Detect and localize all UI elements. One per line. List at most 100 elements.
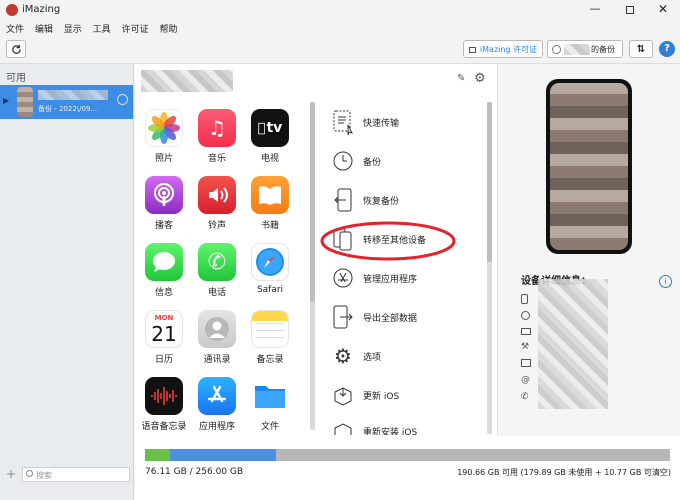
license-button[interactable]: iMazing 许可证: [463, 40, 543, 58]
app-safari[interactable]: Safari: [246, 243, 294, 295]
close-button[interactable]: ✕: [648, 2, 678, 18]
action-label: 快速传输: [363, 118, 400, 129]
device-image: [546, 79, 632, 254]
apps-scrollbar-thumb[interactable]: [310, 102, 315, 302]
action-label: 恢复备份: [363, 196, 400, 207]
device-thumbnail: [17, 87, 33, 117]
app-label: 备忘录: [256, 355, 284, 365]
app-contacts[interactable]: 通讯录: [193, 310, 241, 365]
action-label: 更新 iOS: [363, 391, 400, 402]
app-music[interactable]: ♫ 音乐: [193, 109, 241, 164]
menu-help[interactable]: 帮助: [159, 22, 177, 35]
app-voice-memos[interactable]: 语音备忘录: [140, 377, 188, 432]
action-export-data[interactable]: 导出全部数据: [331, 302, 417, 332]
action-manage-apps[interactable]: 管理应用程序: [331, 263, 417, 293]
add-device-button[interactable]: +: [6, 467, 16, 481]
app-files[interactable]: 文件: [246, 377, 294, 432]
action-label: 导出全部数据: [363, 313, 418, 324]
edit-name-icon[interactable]: ✎: [457, 73, 465, 84]
backup-button[interactable]: 的备份: [547, 40, 623, 58]
search-box[interactable]: 搜索: [22, 467, 130, 482]
books-icon: [251, 176, 289, 214]
app-label: 照片: [154, 154, 173, 164]
restore-backup-icon: [331, 188, 355, 212]
ringtones-icon: [198, 176, 236, 214]
settings-gear-icon[interactable]: ⚙: [474, 71, 486, 86]
help-button[interactable]: ?: [659, 41, 675, 57]
layers-icon: [521, 327, 531, 335]
action-update-ios[interactable]: 更新 iOS: [331, 380, 399, 410]
reinstall-ios-icon: [331, 419, 355, 435]
action-reinstall-ios[interactable]: 重新安装 iOS: [331, 419, 417, 435]
action-label: 重新安装 iOS: [363, 428, 418, 435]
backup-icon: [331, 149, 355, 173]
window-title: iMazing: [22, 4, 61, 15]
menu-bar: 文件 编辑 显示 工具 许可证 帮助: [0, 20, 680, 36]
expand-arrow-icon[interactable]: ▶: [3, 96, 9, 105]
device-name-header-blurred: [141, 70, 233, 92]
at-icon: @: [521, 374, 530, 385]
backup-clock-icon: [552, 44, 561, 54]
backup-history-icon[interactable]: [117, 94, 128, 105]
app-label: 日历: [154, 355, 173, 365]
calendar-day: 21: [151, 321, 177, 346]
app-phone[interactable]: ✆ 电话: [193, 243, 241, 298]
notes-icon: [251, 310, 289, 348]
menu-tools[interactable]: 工具: [93, 22, 111, 35]
app-label: 信息: [154, 288, 173, 298]
action-restore-backup[interactable]: 恢复备份: [331, 185, 399, 215]
device-subtitle: 备份 - 2022\/09...: [38, 105, 98, 113]
app-ringtones[interactable]: 铃声: [193, 176, 241, 231]
app-photos[interactable]: 照片: [140, 109, 188, 164]
menu-view[interactable]: 显示: [64, 22, 82, 35]
voice-memos-icon: [145, 377, 183, 415]
refresh-button[interactable]: [6, 40, 26, 58]
action-quick-transfer[interactable]: 快速传输: [331, 107, 399, 137]
transfer-arrows-button[interactable]: ⇅: [629, 40, 653, 58]
app-tv[interactable]: tv 电视: [246, 109, 294, 164]
actions-scrollbar[interactable]: [487, 102, 492, 434]
action-options[interactable]: ⚙ 选项: [331, 341, 381, 371]
tv-icon-text: tv: [262, 120, 282, 136]
refresh-icon: [11, 44, 21, 54]
podcasts-icon: [145, 176, 183, 214]
music-icon: ♫: [198, 109, 236, 147]
device-row[interactable]: ▶ 备份 - 2022\/09...: [0, 85, 133, 119]
up-down-arrows-icon: ⇅: [636, 43, 646, 55]
main-panel: ✎ ⚙ 照片 ♫ 音乐 tv 电视 播客 铃声 书籍 信息: [135, 64, 680, 500]
info-button[interactable]: i: [659, 275, 672, 288]
minimize-button[interactable]: —: [580, 2, 610, 18]
device-name-blurred: [564, 43, 590, 55]
device-screen-blurred: [550, 83, 628, 250]
app-podcasts[interactable]: 播客: [140, 176, 188, 231]
safari-icon: [251, 243, 289, 281]
app-logo-icon: [6, 4, 18, 16]
app-label: 电视: [260, 154, 279, 164]
app-calendar[interactable]: MON 21 日历: [140, 310, 188, 365]
title-bar: iMazing — ✕: [0, 0, 680, 20]
app-messages[interactable]: 信息: [140, 243, 188, 298]
search-input[interactable]: 搜索: [36, 470, 52, 481]
phone-handset-icon: ✆: [521, 391, 529, 402]
app-label: 电话: [207, 288, 226, 298]
license-label: iMazing 许可证: [479, 44, 538, 54]
tv-icon: tv: [251, 109, 289, 147]
app-books[interactable]: 书籍: [246, 176, 294, 231]
device-details-values-blurred: [538, 279, 608, 409]
menu-file[interactable]: 文件: [6, 22, 24, 35]
menu-edit[interactable]: 编辑: [35, 22, 53, 35]
device-details-icons: ⚒ @ ✆: [521, 294, 533, 402]
toolbar: iMazing 许可证 的备份 ⇅ ?: [0, 36, 680, 64]
app-app-store[interactable]: 应用程序: [193, 377, 241, 432]
options-icon: ⚙: [334, 344, 352, 368]
action-backup[interactable]: 备份: [331, 146, 381, 176]
maximize-button[interactable]: [615, 2, 645, 18]
app-label: 通讯录: [203, 355, 231, 365]
backup-label: 的备份: [591, 44, 615, 54]
actions-scrollbar-thumb[interactable]: [487, 102, 492, 262]
action-label: 备份: [363, 157, 382, 168]
device-panel: 设备详细信息： i ⚒ @ ✆: [497, 64, 680, 436]
app-notes[interactable]: 备忘录: [246, 310, 294, 365]
apps-scrollbar[interactable]: [310, 102, 315, 430]
menu-license[interactable]: 许可证: [122, 22, 149, 35]
